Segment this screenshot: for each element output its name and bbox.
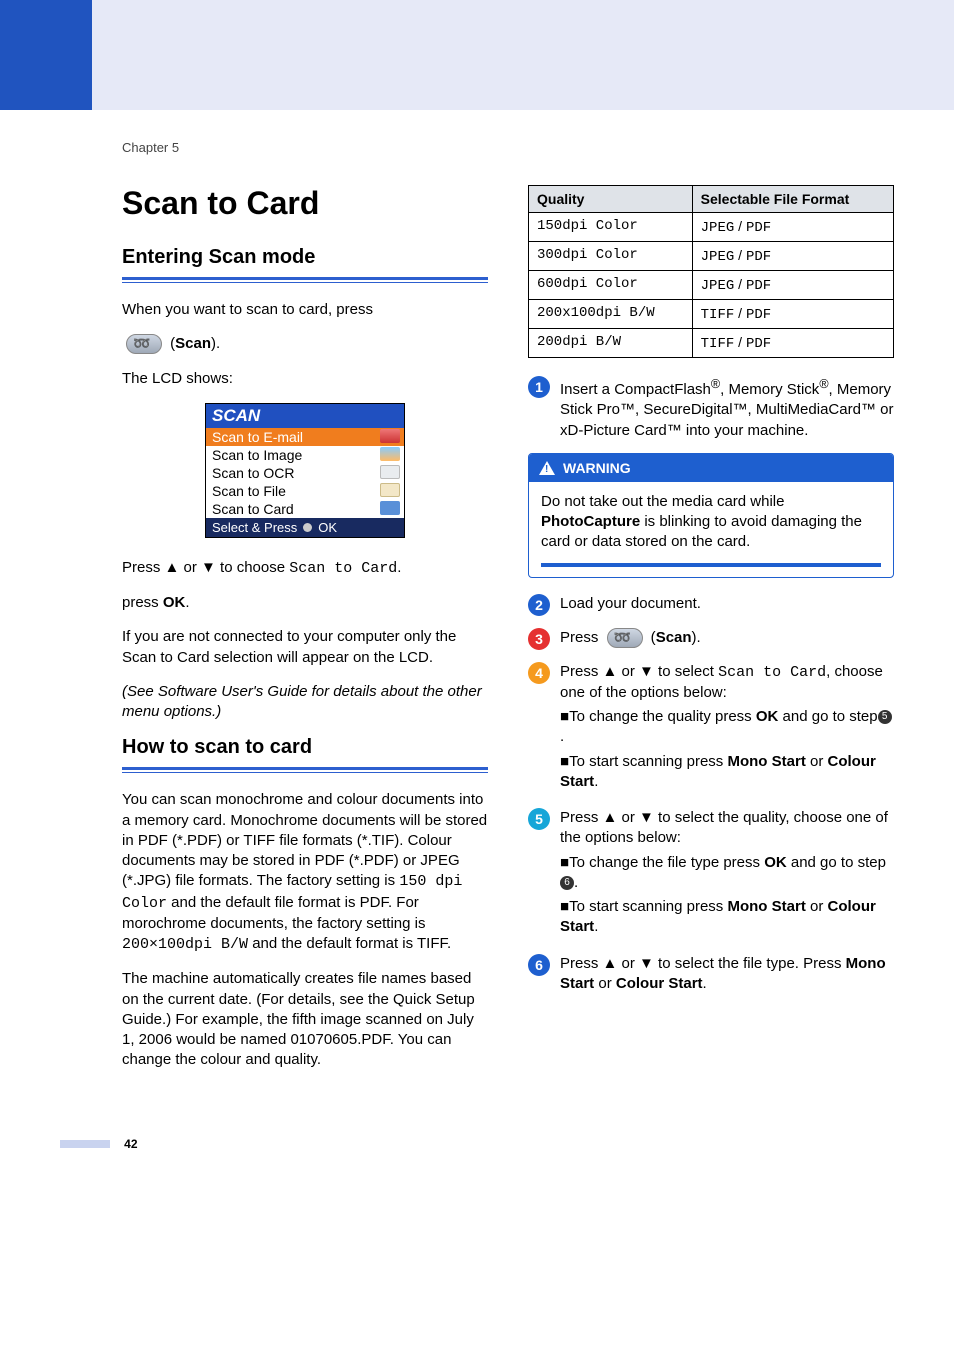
- step-6: 6 Press ▲ or ▼ to select the file type. …: [528, 954, 894, 995]
- table-row: 150dpi ColorJPEG / PDF: [529, 213, 894, 242]
- list-item: To start scanning press Mono Start or Co…: [560, 752, 894, 793]
- scan-button-line: (Scan).: [122, 334, 488, 354]
- lcd-item-3: Scan to File: [212, 483, 286, 499]
- lcd-item-highlight: Scan to E-mail: [206, 428, 404, 446]
- lcd-mock: SCAN Scan to E-mail Scan to Image Scan t…: [205, 403, 405, 538]
- table-row: 200x100dpi B/WTIFF / PDF: [529, 300, 894, 329]
- howto-para-2: The machine automatically creates file n…: [122, 969, 488, 1070]
- lcd-foot-ok: OK: [318, 520, 337, 535]
- warning-title: WARNING: [563, 460, 631, 476]
- table-row: 600dpi ColorJPEG / PDF: [529, 271, 894, 300]
- ocr-icon: [380, 465, 400, 479]
- scan-icon: [126, 334, 162, 354]
- lcd-item-1: Scan to Image: [212, 447, 302, 463]
- scan-icon: [607, 628, 643, 648]
- step-ref-5-icon: 5: [878, 710, 892, 724]
- lcd-item-4: Scan to Card: [212, 501, 294, 517]
- list-item: To change the file type press OK and go …: [560, 853, 894, 894]
- lcd-title: SCAN: [206, 404, 404, 428]
- see-software-guide: (See Software User's Guide for details a…: [122, 682, 488, 723]
- header-light-block: [92, 0, 954, 110]
- step-ref-6-icon: 6: [560, 876, 574, 890]
- lcd-item-2: Scan to OCR: [212, 465, 294, 481]
- page-number-area: 42: [60, 1135, 954, 1152]
- card-icon: [380, 501, 400, 515]
- warning-header: WARNING: [529, 454, 893, 482]
- step-2: 2 Load your document.: [528, 594, 894, 616]
- header-blue-block: [0, 0, 92, 110]
- chapter-label: Chapter 5: [122, 140, 954, 155]
- right-column: Quality Selectable File Format 150dpi Co…: [528, 185, 894, 1085]
- step-5: 5 Press ▲ or ▼ to select the quality, ch…: [528, 808, 894, 942]
- step-badge-3: 3: [528, 628, 550, 650]
- left-column: Scan to Card Entering Scan mode When you…: [122, 185, 488, 1085]
- step-3: 3 Press (Scan).: [528, 628, 894, 650]
- page-number-bar: [60, 1140, 110, 1148]
- th-quality: Quality: [529, 186, 693, 213]
- table-row: 300dpi ColorJPEG / PDF: [529, 242, 894, 271]
- intro-text-1: When you want to scan to card, press: [122, 300, 488, 320]
- page-number: 42: [124, 1137, 137, 1151]
- format-table: Quality Selectable File Format 150dpi Co…: [528, 185, 894, 358]
- step-badge-1: 1: [528, 376, 550, 398]
- image-icon: [380, 447, 400, 461]
- th-format: Selectable File Format: [692, 186, 893, 213]
- intro-text-2: The LCD shows:: [122, 369, 488, 389]
- press-ok-line: press OK.: [122, 593, 488, 613]
- lcd-footer: Select & Press OK: [206, 518, 404, 537]
- table-row: 200dpi B/WTIFF / PDF: [529, 329, 894, 358]
- code-scan-to-card: Scan to Card: [289, 560, 397, 577]
- lcd-item-0: Scan to E-mail: [212, 429, 303, 445]
- warning-separator: [541, 563, 881, 567]
- press-arrows-line: Press ▲ or ▼ to choose Scan to Card.: [122, 558, 488, 579]
- step-badge-6: 6: [528, 954, 550, 976]
- step-1: 1 Insert a CompactFlash®, Memory Stick®,…: [528, 376, 894, 441]
- warning-icon: [539, 461, 555, 475]
- lcd-foot-text: Select & Press: [212, 520, 297, 535]
- heading-how-to-scan: How to scan to card: [122, 736, 488, 759]
- heading-rule: [122, 277, 488, 284]
- lcd-dot-icon: [303, 523, 312, 532]
- header-band: [0, 0, 954, 110]
- step-badge-5: 5: [528, 808, 550, 830]
- file-icon: [380, 483, 400, 497]
- note-not-connected: If you are not connected to your compute…: [122, 627, 488, 668]
- warning-body: Do not take out the media card while Pho…: [529, 482, 893, 577]
- heading-entering-scan-mode: Entering Scan mode: [122, 246, 488, 269]
- page-title: Scan to Card: [122, 185, 488, 222]
- step-4: 4 Press ▲ or ▼ to select Scan to Card, c…: [528, 662, 894, 797]
- list-item: To change the quality press OK and go to…: [560, 707, 894, 748]
- heading-rule-2: [122, 767, 488, 774]
- step-badge-2: 2: [528, 594, 550, 616]
- howto-para-1: You can scan monochrome and colour docum…: [122, 790, 488, 955]
- list-item: To start scanning press Mono Start or Co…: [560, 897, 894, 938]
- warning-box: WARNING Do not take out the media card w…: [528, 453, 894, 578]
- step-badge-4: 4: [528, 662, 550, 684]
- email-icon: [380, 429, 400, 443]
- scan-label: Scan: [175, 335, 211, 352]
